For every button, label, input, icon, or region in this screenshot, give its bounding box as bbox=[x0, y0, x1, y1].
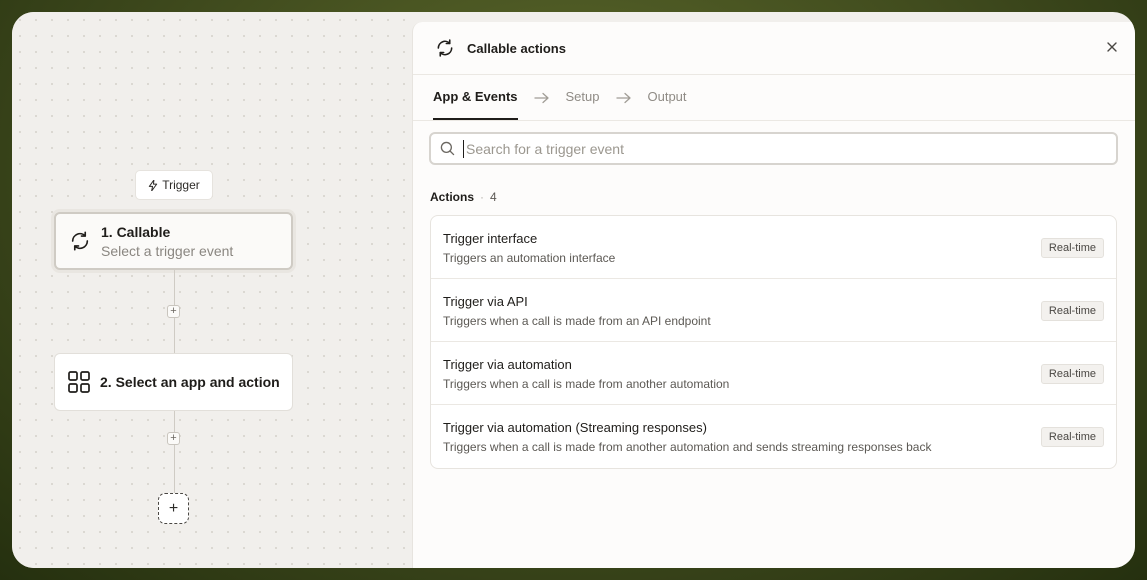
action-description: Triggers when a call is made from anothe… bbox=[443, 440, 932, 454]
list-item[interactable]: Trigger via API Triggers when a call is … bbox=[431, 279, 1116, 342]
action-title: Trigger via automation (Streaming respon… bbox=[443, 420, 707, 435]
trigger-pill[interactable]: Trigger bbox=[135, 170, 213, 200]
tab-bar: App & Events Setup Output bbox=[413, 75, 1135, 121]
step-card-callable[interactable]: 1. Callable Select a trigger event bbox=[54, 212, 293, 270]
tab-app-events[interactable]: App & Events bbox=[433, 75, 518, 120]
refresh-icon bbox=[71, 231, 89, 251]
step-card-select-app[interactable]: 2. Select an app and action bbox=[54, 353, 293, 411]
arrow-right-icon bbox=[533, 92, 549, 103]
step-title: 2. Select an app and action bbox=[100, 374, 280, 390]
lightning-icon bbox=[149, 179, 158, 191]
list-item[interactable]: Trigger via automation Triggers when a c… bbox=[431, 342, 1116, 405]
action-title: Trigger via API bbox=[443, 294, 528, 309]
action-description: Triggers an automation interface bbox=[443, 251, 616, 265]
action-description: Triggers when a call is made from anothe… bbox=[443, 377, 730, 391]
actions-count: 4 bbox=[490, 190, 497, 204]
close-icon[interactable] bbox=[1105, 40, 1119, 54]
callable-actions-panel: Callable actions App & Events Setup Outp… bbox=[412, 22, 1135, 568]
actions-list: Trigger interface Triggers an automation… bbox=[430, 215, 1117, 469]
search-icon bbox=[440, 141, 455, 156]
step-subtitle: Select a trigger event bbox=[101, 242, 234, 259]
add-step-button[interactable]: + bbox=[167, 305, 180, 318]
step-title: 1. Callable bbox=[101, 223, 171, 240]
add-step-button[interactable]: + bbox=[167, 432, 180, 445]
action-title: Trigger via automation bbox=[443, 357, 572, 372]
panel-title: Callable actions bbox=[467, 40, 566, 56]
arrow-right-icon bbox=[615, 92, 631, 103]
app-frame: Trigger 1. Callable Select a trigger eve… bbox=[12, 12, 1135, 568]
action-title: Trigger interface bbox=[443, 231, 538, 246]
workflow-canvas[interactable]: Trigger 1. Callable Select a trigger eve… bbox=[12, 12, 412, 568]
realtime-badge: Real-time bbox=[1040, 427, 1104, 447]
connector-line bbox=[174, 411, 175, 493]
list-item[interactable]: Trigger interface Triggers an automation… bbox=[431, 216, 1116, 279]
realtime-badge: Real-time bbox=[1040, 364, 1104, 384]
search-box[interactable] bbox=[429, 132, 1118, 165]
panel-header: Callable actions bbox=[413, 22, 1135, 75]
tab-output[interactable]: Output bbox=[648, 75, 687, 120]
action-description: Triggers when a call is made from an API… bbox=[443, 314, 711, 328]
refresh-icon bbox=[437, 39, 453, 57]
list-item[interactable]: Trigger via automation (Streaming respon… bbox=[431, 405, 1116, 468]
grid-icon bbox=[68, 371, 90, 393]
trigger-label: Trigger bbox=[162, 178, 200, 192]
search-input[interactable] bbox=[463, 139, 1098, 158]
tab-setup[interactable]: Setup bbox=[566, 75, 600, 120]
realtime-badge: Real-time bbox=[1040, 301, 1104, 321]
actions-label: Actions bbox=[430, 190, 475, 204]
realtime-badge: Real-time bbox=[1040, 238, 1104, 258]
step-card-text: 1. Callable Select a trigger event bbox=[101, 224, 233, 259]
actions-header: Actions · 4 bbox=[430, 190, 497, 204]
separator-dot: · bbox=[480, 190, 485, 204]
add-final-step-button[interactable]: + bbox=[158, 493, 189, 524]
